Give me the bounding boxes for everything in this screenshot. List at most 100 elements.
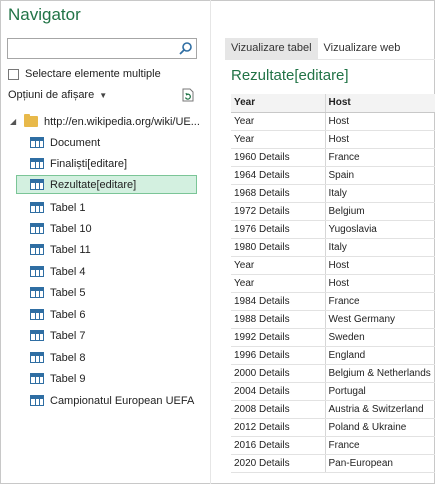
cell-host: France	[325, 292, 435, 311]
multi-select-label: Selectare elemente multiple	[25, 68, 161, 80]
tree-item-label: Tabel 9	[50, 372, 86, 385]
table-icon	[30, 287, 44, 298]
table-icon	[30, 179, 44, 190]
window-title: Navigator	[8, 5, 81, 24]
tree-item-tabel-11[interactable]: Tabel 11	[30, 240, 91, 259]
refresh-icon[interactable]	[181, 88, 195, 102]
tree-item-tabel-1[interactable]: Tabel 1	[30, 198, 85, 217]
table-row: 1976 Details Yugoslavia	[231, 220, 435, 239]
pane-divider[interactable]	[210, 0, 211, 484]
cell-year: 1980 Details	[231, 238, 326, 257]
cell-year: 1964 Details	[231, 166, 326, 185]
tree-item-tabel-4[interactable]: Tabel 4	[30, 262, 85, 281]
cell-year: 1992 Details	[231, 328, 326, 347]
tree-item-label: Tabel 8	[50, 351, 86, 364]
cell-year: 2016 Details	[231, 436, 326, 455]
tree-item-rezultate[interactable]: Rezultate[editare]	[16, 175, 197, 194]
table-row: 2000 Details Belgium & Netherlands	[231, 364, 435, 383]
cell-host: Austria & Switzerland	[325, 400, 435, 419]
table-row: 1968 Details Italy	[231, 184, 435, 203]
cell-year: 1996 Details	[231, 346, 326, 365]
table-icon	[30, 202, 44, 213]
tree-item-label: Tabel 5	[50, 286, 86, 299]
tree-item-label: Rezultate[editare]	[50, 178, 137, 191]
cell-year: 1972 Details	[231, 202, 326, 221]
table-row: 1992 Details Sweden	[231, 328, 435, 347]
multi-select-row[interactable]: Selectare elemente multiple	[8, 67, 161, 81]
table-row: 1988 Details West Germany	[231, 310, 435, 329]
cell-year: Year	[231, 256, 326, 275]
tab-table-view[interactable]: Vizualizare tabel	[225, 38, 318, 60]
table-row: 1984 Details France	[231, 292, 435, 311]
table-icon	[30, 266, 44, 277]
table-row: 1960 Details France	[231, 148, 435, 167]
cell-year: 2008 Details	[231, 400, 326, 419]
table-icon	[30, 373, 44, 384]
cell-host: Portugal	[325, 382, 435, 401]
tree-item-label: Tabel 10	[50, 222, 92, 235]
table-icon	[30, 309, 44, 320]
preview-table: Year Host Year Host Year Host 1960 Details Fr…	[231, 94, 435, 473]
cell-host: France	[325, 436, 435, 455]
view-tabs: Vizualizare tabel Vizualizare web	[225, 38, 406, 60]
tree-item-label: Tabel 11	[50, 243, 91, 256]
cell-year: Year	[231, 274, 326, 293]
cell-year: Year	[231, 112, 326, 131]
cell-year: 1988 Details	[231, 310, 326, 329]
multi-select-checkbox[interactable]	[8, 68, 19, 80]
table-header-row: Year Host	[231, 94, 435, 113]
tree-root[interactable]: ◢ http://en.wikipedia.org/wiki/UE...	[10, 112, 200, 131]
table-row: 1964 Details Spain	[231, 166, 435, 185]
search-input[interactable]	[7, 38, 197, 59]
tree-item-label: Tabel 4	[50, 265, 86, 278]
tree-item-label: Document	[50, 136, 101, 149]
tree-item-tabel-9[interactable]: Tabel 9	[30, 369, 85, 388]
column-header-year[interactable]: Year	[231, 94, 326, 113]
table-icon	[30, 137, 44, 148]
tree-item-campionatul[interactable]: Campionatul European UEFA	[30, 391, 194, 410]
table-row: Year Host	[231, 112, 435, 131]
tree-item-finalisti[interactable]: Finaliști[editare]	[30, 154, 127, 173]
table-row: 1972 Details Belgium	[231, 202, 435, 221]
expand-triangle-icon[interactable]: ◢	[10, 117, 18, 126]
table-row: 2016 Details France	[231, 436, 435, 455]
table-row: 1980 Details Italy	[231, 238, 435, 257]
tree-item-tabel-7[interactable]: Tabel 7	[30, 326, 85, 345]
cell-host: Host	[325, 256, 435, 275]
table-row: Year Host	[231, 256, 435, 275]
tree-item-tabel-5[interactable]: Tabel 5	[30, 283, 85, 302]
tab-underline	[225, 59, 435, 60]
table-icon	[30, 158, 44, 169]
tree-root-label: http://en.wikipedia.org/wiki/UE...	[44, 115, 200, 128]
cell-host: Italy	[325, 184, 435, 203]
tree-item-tabel-10[interactable]: Tabel 10	[30, 219, 92, 238]
table-row: Year Host	[231, 130, 435, 149]
cell-host: Sweden	[325, 328, 435, 347]
cell-year: 1960 Details	[231, 148, 326, 167]
table-row: Year Host	[231, 274, 435, 293]
tree-item-label: Tabel 1	[50, 201, 86, 214]
cell-host: Host	[325, 130, 435, 149]
cell-host: Belgium	[325, 202, 435, 221]
tree-item-tabel-8[interactable]: Tabel 8	[30, 348, 85, 367]
tree-item-tabel-6[interactable]: Tabel 6	[30, 305, 85, 324]
table-row: 2008 Details Austria & Switzerland	[231, 400, 435, 419]
cell-host: West Germany	[325, 310, 435, 329]
table-icon	[30, 330, 44, 341]
cell-host: Italy	[325, 238, 435, 257]
display-options-dropdown[interactable]: Opțiuni de afișare ▼	[8, 89, 107, 101]
cell-year: 1968 Details	[231, 184, 326, 203]
cell-host: Pan-European	[325, 454, 435, 473]
tree-item-document[interactable]: Document	[30, 133, 100, 152]
search-icon[interactable]	[178, 41, 193, 56]
cell-host: Host	[325, 274, 435, 293]
cell-host: England	[325, 346, 435, 365]
table-icon	[30, 223, 44, 234]
cell-year: 2004 Details	[231, 382, 326, 401]
column-header-host[interactable]: Host	[325, 94, 435, 113]
cell-year: Year	[231, 130, 326, 149]
tab-web-view[interactable]: Vizualizare web	[318, 38, 407, 60]
cell-year: 2000 Details	[231, 364, 326, 383]
tree-item-label: Tabel 6	[50, 308, 86, 321]
cell-year: 2012 Details	[231, 418, 326, 437]
